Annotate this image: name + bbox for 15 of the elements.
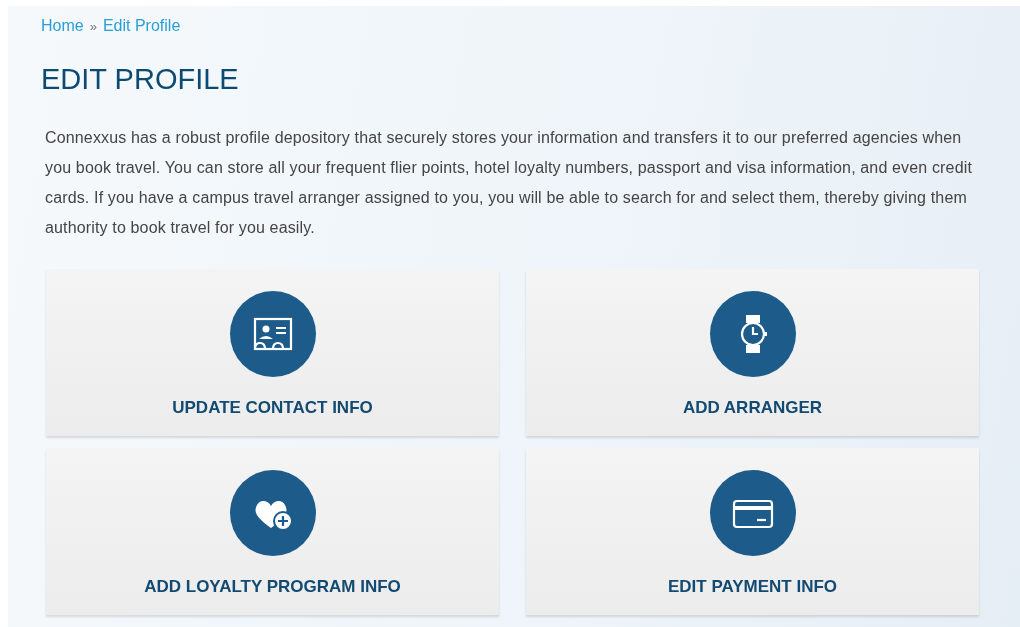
intro-paragraph: Connexxus has a robust profile depository that securely stores your information and transfers it to our preferred agencies when you book travel. You can store all your frequent flier points, hotel loyalty numbers, passport and visa information, and even credit cards. If you have a campus travel arranger assigned to you, you will be able to search for and select them, thereby giving them authority to book travel for you easily. xyxy=(45,127,973,238)
card-label: ADD LOYALTY PROGRAM INFO xyxy=(144,575,401,598)
profile-option-card[interactable]: EDIT PAYMENT INFO xyxy=(526,447,979,615)
profile-option-card[interactable]: UPDATE CONTACT INFO xyxy=(46,268,499,436)
id-card-icon xyxy=(253,317,292,350)
card-label: EDIT PAYMENT INFO xyxy=(667,575,838,598)
page-title: EDIT PROFILE xyxy=(41,62,240,97)
credit-card-icon xyxy=(732,499,773,528)
card-label: ADD ARRANGER xyxy=(682,396,823,419)
breadcrumb-separator: » xyxy=(89,18,97,36)
profile-option-card[interactable]: ADD ARRANGER xyxy=(526,268,979,436)
card-label: UPDATE CONTACT INFO xyxy=(172,396,373,419)
watch-icon xyxy=(740,314,767,353)
profile-option-card[interactable]: ADD LOYALTY PROGRAM INFO xyxy=(46,447,499,615)
heart-plus-icon xyxy=(255,500,293,531)
